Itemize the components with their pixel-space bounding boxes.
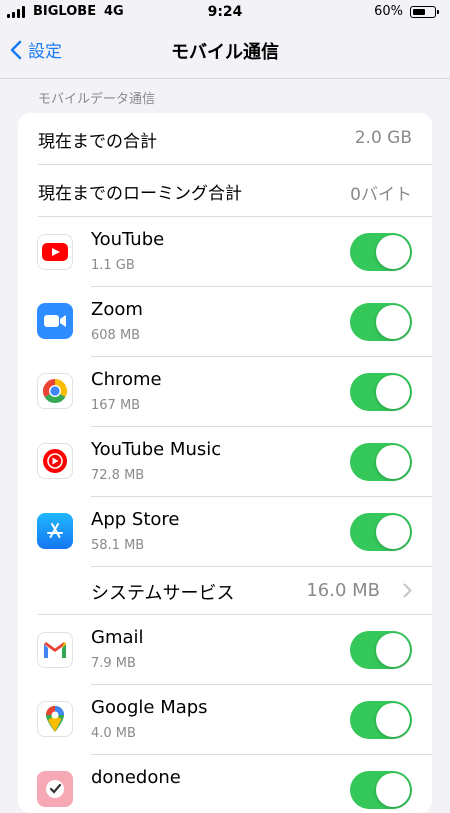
app-name: App Store (91, 509, 180, 530)
app-usage: 4.0 MB (91, 726, 136, 741)
system-services-value: 16.0 MB (306, 580, 380, 601)
navigation-bar: 設定 モバイル通信 (0, 24, 450, 79)
gmail-toggle[interactable] (350, 631, 412, 669)
google-maps-icon (37, 701, 73, 737)
chrome-icon (37, 373, 73, 409)
app-row-gmail: Gmail 7.9 MB (18, 615, 432, 685)
app-usage: 7.9 MB (91, 656, 136, 671)
system-services-label: システムサービス (91, 583, 235, 604)
app-name: Zoom (91, 299, 143, 320)
app-usage: 58.1 MB (91, 538, 145, 553)
app-row-chrome: Chrome 167 MB (18, 357, 432, 427)
app-usage: 608 MB (91, 328, 141, 343)
app-usage: 72.8 MB (91, 468, 145, 483)
app-row-donedone: donedone (18, 755, 432, 813)
zoom-toggle[interactable] (350, 303, 412, 341)
youtube-toggle[interactable] (350, 233, 412, 271)
chrome-toggle[interactable] (350, 373, 412, 411)
app-name: donedone (91, 767, 181, 788)
app-name: Google Maps (91, 697, 208, 718)
app-usage: 1.1 GB (91, 258, 135, 273)
app-store-icon (37, 513, 73, 549)
status-bar: BIGLOBE 4G 9:24 60% (0, 0, 450, 24)
roaming-total-value: 0バイト (350, 185, 412, 205)
app-row-zoom: Zoom 608 MB (18, 287, 432, 357)
zoom-icon (37, 303, 73, 339)
youtube-music-toggle[interactable] (350, 443, 412, 481)
roaming-total-row: 現在までのローミング合計 0バイト (18, 165, 432, 217)
donedone-toggle[interactable] (350, 771, 412, 809)
chevron-right-icon (403, 583, 412, 598)
battery-percentage: 60% (374, 4, 403, 19)
current-total-label: 現在までの合計 (38, 132, 157, 152)
app-row-youtube: YouTube 1.1 GB (18, 217, 432, 287)
gmail-icon (37, 632, 73, 668)
donedone-icon (37, 771, 73, 807)
app-name: Gmail (91, 627, 144, 648)
current-total-row: 現在までの合計 2.0 GB (18, 113, 432, 165)
youtube-music-icon (37, 443, 73, 479)
app-name: YouTube (91, 229, 165, 250)
google-maps-toggle[interactable] (350, 701, 412, 739)
app-row-app-store: App Store 58.1 MB (18, 497, 432, 567)
system-services-row[interactable]: システムサービス 16.0 MB (18, 567, 432, 615)
roaming-total-label: 現在までのローミング合計 (38, 184, 242, 204)
app-row-youtube-music: YouTube Music 72.8 MB (18, 427, 432, 497)
app-store-toggle[interactable] (350, 513, 412, 551)
mobile-data-list: 現在までの合計 2.0 GB 現在までのローミング合計 0バイト YouTube… (18, 113, 432, 813)
app-usage: 167 MB (91, 398, 141, 413)
section-header: モバイルデータ通信 (38, 92, 156, 107)
page-title: モバイル通信 (171, 42, 279, 63)
app-name: YouTube Music (91, 439, 222, 460)
youtube-icon (37, 234, 73, 270)
app-name: Chrome (91, 369, 162, 390)
app-row-google-maps: Google Maps 4.0 MB (18, 685, 432, 755)
current-total-value: 2.0 GB (354, 128, 412, 148)
battery-icon (410, 6, 439, 18)
